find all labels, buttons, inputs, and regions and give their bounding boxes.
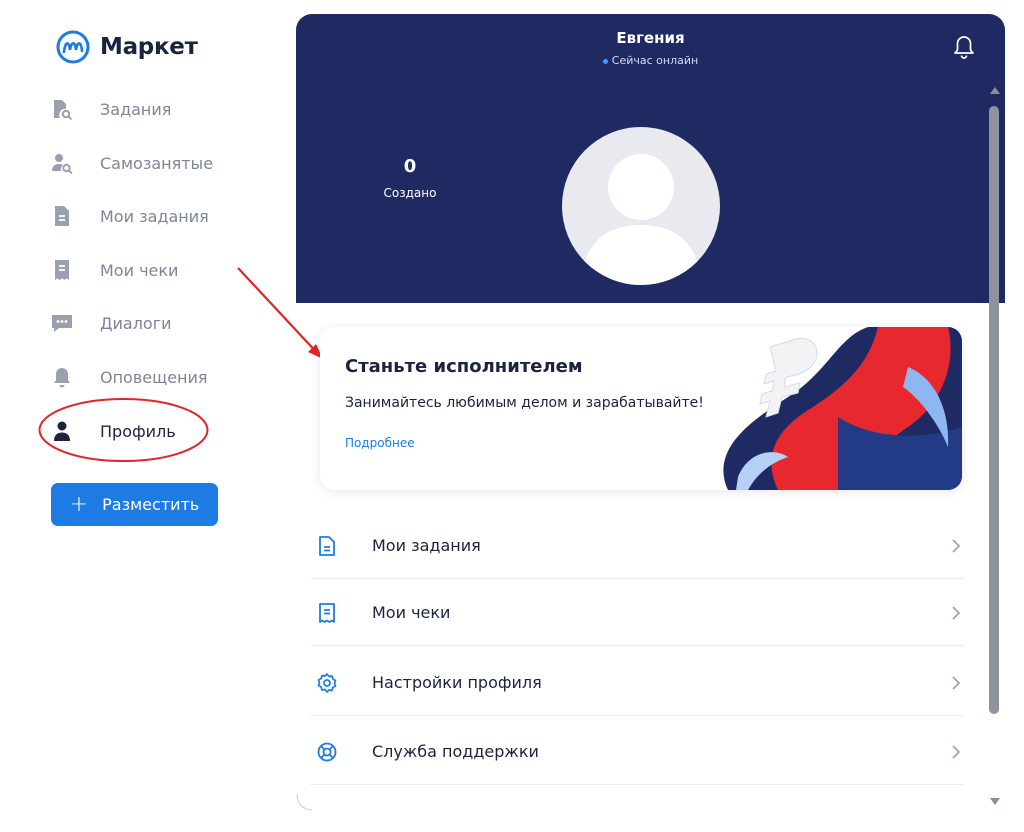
menu-item-support[interactable]: Служба поддержки [310,719,964,785]
menu-item-my-receipts[interactable]: Мои чеки [310,580,964,646]
menu-item-my-tasks[interactable]: Мои задания [310,513,964,579]
sidebar-item-label: Оповещения [100,367,208,387]
place-button[interactable]: + Разместить [51,483,218,526]
sidebar-item-label: Мои задания [100,206,209,226]
menu-item-label: Мои задания [372,536,481,555]
sidebar-item-dialogs[interactable]: Диалоги [50,303,172,343]
logo-icon [56,30,90,64]
menu-item-profile-settings[interactable]: Настройки профиля [310,650,964,716]
profile-panel: Евгения Сейчас онлайн 0 Создано Станьте … [296,14,1005,814]
scroll-down-arrow[interactable] [990,798,1000,805]
sidebar-item-label: Мои чеки [100,260,179,280]
sidebar-item-my-receipts[interactable]: Мои чеки [50,250,178,290]
user-search-icon [50,151,74,175]
sidebar-item-label: Задания [100,99,172,119]
online-status-text: Сейчас онлайн [611,54,699,67]
document-icon [319,535,335,556]
sidebar-item-tasks[interactable]: Задания [50,89,171,129]
created-count: 0 [403,156,417,177]
task-search-icon [50,97,74,121]
created-label: Создано [383,186,437,200]
online-status: Сейчас онлайн [296,54,1005,67]
plus-icon: + [69,491,89,517]
place-button-label: Разместить [102,495,200,514]
profile-header: Евгения Сейчас онлайн 0 Создано [296,14,1005,303]
receipt-icon [50,258,74,282]
document-icon [50,204,74,228]
user-name: Евгения [616,29,685,47]
chevron-right-icon [952,538,961,553]
chevron-right-icon [952,744,961,759]
menu-item-label: Служба поддержки [372,742,539,761]
sidebar-item-my-tasks[interactable]: Мои задания [50,196,209,236]
promo-more-link[interactable]: Подробнее [345,436,415,450]
sidebar-item-label: Диалоги [100,313,172,333]
scrollbar-thumb[interactable] [989,106,999,714]
online-dot-icon [602,58,608,64]
menu-item-label: Настройки профиля [372,673,542,692]
chevron-right-icon [952,675,961,690]
menu-item-label: Мои чеки [372,603,451,622]
annotation-ellipse [38,398,209,462]
bell-icon [50,365,74,389]
promo-title: Станьте исполнителем [345,356,583,377]
promo-card[interactable]: Станьте исполнителем Занимайтесь любимым… [320,327,962,490]
receipt-icon [319,602,335,623]
panel-corner [296,794,313,811]
notifications-bell-icon[interactable] [952,34,976,60]
lifebuoy-icon [317,742,337,761]
promo-illustration [723,327,962,490]
settings-icon [317,672,337,693]
chat-icon [50,311,74,335]
avatar[interactable] [562,127,720,285]
sidebar-item-self-employed[interactable]: Самозанятые [50,143,213,183]
logo[interactable]: Маркет [56,30,198,64]
brand-name: Маркет [100,34,198,60]
scroll-up-arrow[interactable] [990,87,1000,94]
avatar-placeholder-icon [580,154,702,285]
sidebar: Маркет Задания Самозанятые Мои задания М… [0,0,290,832]
promo-text: Занимайтесь любимым делом и зарабатывайт… [345,395,704,411]
chevron-right-icon [952,605,961,620]
sidebar-item-label: Самозанятые [100,153,214,173]
sidebar-item-notifications[interactable]: Оповещения [50,357,208,397]
